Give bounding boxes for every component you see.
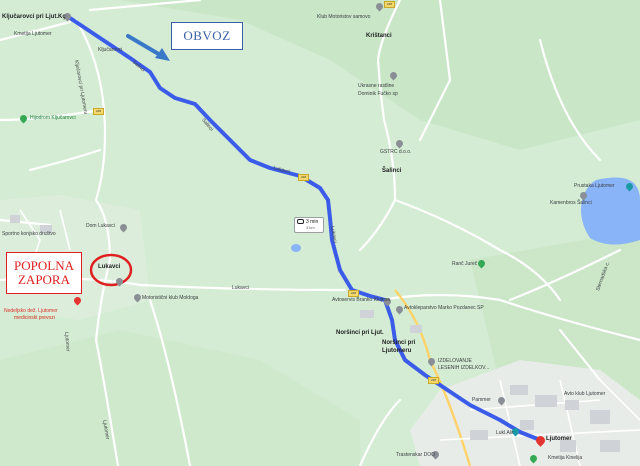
place-label[interactable]: Šalinci bbox=[382, 168, 401, 174]
closure-callout: POPOLNA ZAPORA bbox=[6, 252, 82, 294]
place-label[interactable]: Klub Motoristov samovo bbox=[317, 15, 370, 20]
place-label[interactable]: Krištanci bbox=[366, 33, 392, 39]
place-label[interactable]: Ukrasne rastline bbox=[358, 84, 394, 89]
place-label[interactable]: Lukavci bbox=[232, 286, 249, 291]
closure-callout-line2: ZAPORA bbox=[17, 272, 70, 287]
road-shield: 228 bbox=[298, 174, 309, 181]
place-label[interactable]: Kmetija Ljutomer bbox=[14, 32, 52, 37]
place-label[interactable]: GSTRC d.o.o. bbox=[380, 150, 411, 155]
place-label[interactable]: Motoristični klub Moldoga bbox=[142, 296, 198, 301]
place-label[interactable]: Ključarovci bbox=[98, 48, 122, 53]
road-shield: 228 bbox=[348, 290, 359, 297]
place-label[interactable]: Dom Lukavci bbox=[86, 224, 115, 229]
closure-callout-line1: POPOLNA bbox=[14, 258, 74, 274]
place-label[interactable]: Avto klub Ljutomer bbox=[564, 392, 605, 397]
place-label[interactable]: Noršinci pri Ljut. bbox=[336, 330, 384, 336]
route-duration-badge[interactable]: 3 min 3 km bbox=[294, 217, 324, 233]
place-label[interactable]: Ranč Jureč bbox=[452, 262, 477, 267]
place-label[interactable]: Dominik Fučko sp bbox=[358, 92, 398, 97]
pond bbox=[291, 244, 301, 252]
place-label[interactable]: Lukl.Alir bbox=[496, 431, 514, 436]
place-label[interactable]: Noršinci pri bbox=[382, 340, 415, 346]
place-label[interactable]: Nedeljsko dež. Ljutomer bbox=[4, 309, 58, 314]
road-shield: 228 bbox=[93, 108, 104, 115]
bypass-callout: OBVOZ bbox=[171, 22, 243, 50]
place-label[interactable]: Kmetija Kinelija bbox=[548, 456, 582, 461]
place-label[interactable]: LESENIH IZDELKOV... bbox=[438, 366, 489, 371]
road-shield: 228 bbox=[428, 377, 439, 384]
place-label[interactable]: Ljutomeru bbox=[382, 348, 411, 354]
place-label[interactable]: Hijodrom Ključarovci bbox=[30, 116, 76, 121]
place-label[interactable]: Lukavci bbox=[98, 264, 120, 270]
place-label[interactable]: Avtoservis Branko Klujnsa bbox=[332, 298, 390, 303]
place-label[interactable]: Ključarovci pri Ljut.Kç bbox=[2, 14, 66, 20]
map-base-layer bbox=[0, 0, 640, 466]
road-shield: 228 bbox=[384, 1, 395, 8]
place-label[interactable]: Trastenskar DOO bbox=[396, 453, 435, 458]
route-distance: 3 km bbox=[306, 225, 315, 230]
map-canvas[interactable]: OBVOZ POPOLNA ZAPORA 3 min 3 km 228 228 … bbox=[0, 0, 640, 466]
place-label[interactable]: Avtokleparstvo Marko Pozdanec SP bbox=[404, 306, 484, 311]
place-label[interactable]: Prustaka Ljutomer bbox=[574, 184, 615, 189]
place-label[interactable]: Kamenbros Šalinci bbox=[550, 201, 592, 206]
car-icon bbox=[297, 219, 304, 225]
place-label[interactable]: Sportno konjsko društvo bbox=[2, 232, 56, 237]
place-label[interactable]: IZDELOVANJE bbox=[438, 359, 472, 364]
place-label[interactable]: Ljutomer bbox=[546, 436, 572, 442]
place-label[interactable]: medicinski prevozi bbox=[14, 316, 55, 321]
road-label: Ljutomer bbox=[63, 331, 71, 352]
place-label[interactable]: Pammer bbox=[472, 398, 491, 403]
